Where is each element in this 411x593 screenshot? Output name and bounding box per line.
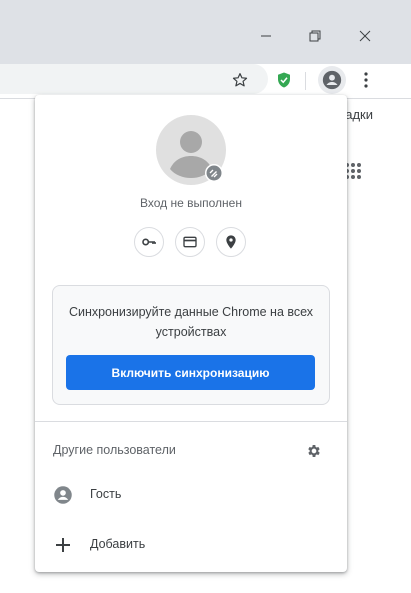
- key-icon: [142, 238, 156, 246]
- profile-menu-popup: Вход не выполнен Синхронизируйте данные …: [35, 95, 347, 572]
- plus-icon: [53, 535, 73, 555]
- restore-button[interactable]: [292, 20, 338, 52]
- other-users-title: Другие пользователи: [53, 443, 176, 457]
- more-vert-icon: [364, 72, 368, 88]
- sync-promo-card: Синхронизируйте данные Chrome на всех ус…: [52, 285, 330, 405]
- close-icon: [359, 30, 371, 42]
- chrome-menu-button[interactable]: [354, 68, 378, 92]
- manage-people-button[interactable]: [304, 441, 324, 461]
- payment-methods-button[interactable]: [175, 227, 205, 257]
- toolbar-separator: [305, 72, 306, 90]
- account-circle-icon: [322, 70, 342, 90]
- window-titlebar: [0, 0, 411, 64]
- turn-on-sync-button[interactable]: Включить синхронизацию: [66, 355, 315, 390]
- profile-button[interactable]: [318, 66, 346, 94]
- menu-divider: [35, 421, 347, 422]
- add-label: Добавить: [90, 537, 146, 551]
- sync-promo-text: Синхронизируйте данные Chrome на всех ус…: [68, 305, 314, 339]
- profile-avatar-icon: [156, 115, 226, 185]
- gear-icon: [308, 445, 320, 457]
- credit-card-icon: [183, 236, 197, 248]
- bookmarks-bar-fragment[interactable]: адки: [345, 107, 373, 122]
- guest-profile-item[interactable]: Гость: [35, 475, 347, 515]
- guest-avatar-icon: [53, 485, 73, 505]
- browser-toolbar: [0, 64, 411, 99]
- bookmark-star-icon[interactable]: [228, 68, 252, 92]
- minimize-button[interactable]: [243, 20, 289, 52]
- passwords-button[interactable]: [134, 227, 164, 257]
- restore-icon: [309, 30, 321, 42]
- guest-label: Гость: [90, 487, 122, 501]
- signed-out-status: Вход не выполнен: [140, 196, 242, 210]
- shield-extension-icon[interactable]: [272, 68, 296, 92]
- close-window-button[interactable]: [342, 20, 388, 52]
- minimize-icon: [261, 35, 271, 37]
- add-profile-item[interactable]: Добавить: [35, 525, 347, 565]
- addresses-button[interactable]: [216, 227, 246, 257]
- location-pin-icon: [226, 235, 236, 249]
